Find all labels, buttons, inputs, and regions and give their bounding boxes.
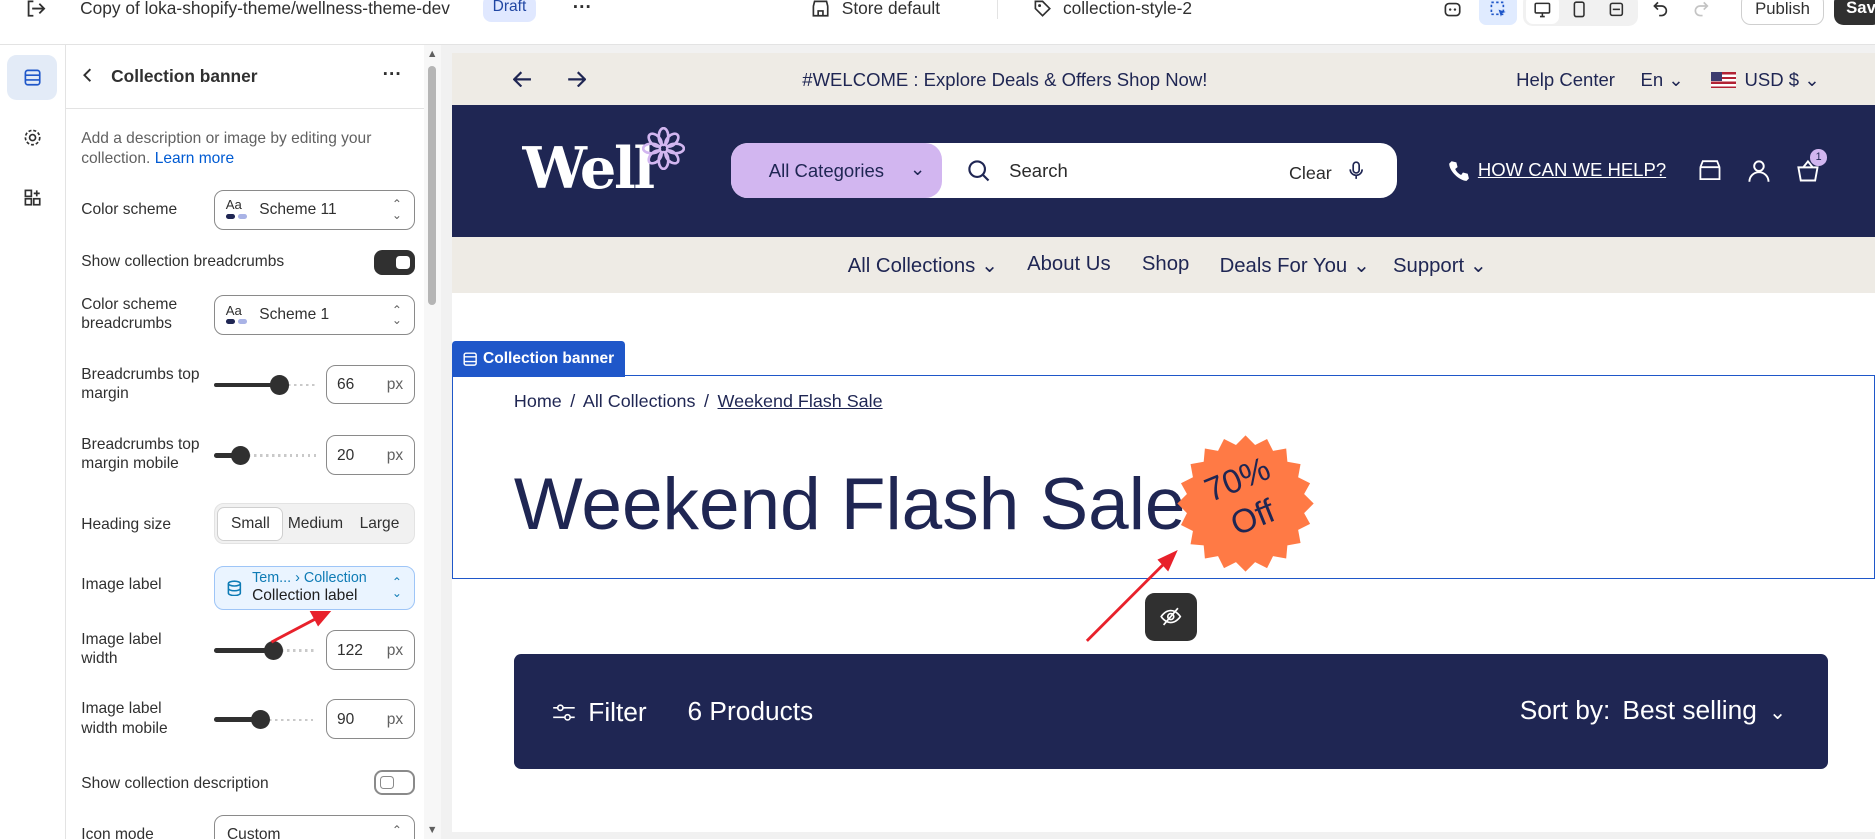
annotation-arrows <box>270 550 1178 644</box>
